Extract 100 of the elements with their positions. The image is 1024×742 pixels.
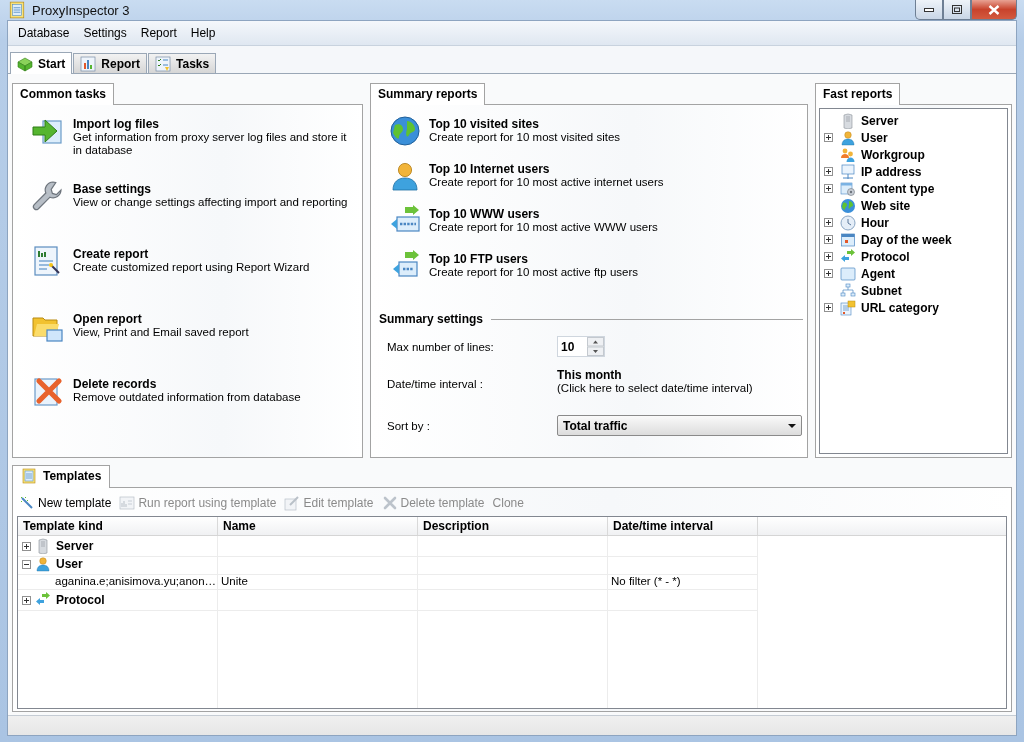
expand-icon[interactable] bbox=[22, 595, 31, 605]
users-icon bbox=[840, 146, 856, 163]
task-link[interactable]: Delete records bbox=[73, 378, 301, 391]
tree-item[interactable]: Web site bbox=[861, 198, 911, 213]
expand-icon[interactable] bbox=[824, 303, 833, 312]
task-link[interactable]: Import log files bbox=[73, 118, 354, 131]
group-row-label[interactable]: Protocol bbox=[56, 593, 105, 607]
close-icon bbox=[988, 4, 1000, 15]
panel-title: Common tasks bbox=[12, 83, 115, 105]
clock-icon bbox=[840, 214, 856, 231]
sort-dropdown[interactable]: Total traffic bbox=[557, 415, 802, 436]
delete-icon bbox=[381, 495, 398, 511]
report-description: Create report for 10 most visited sites bbox=[429, 131, 621, 144]
tree-item[interactable]: Hour bbox=[861, 215, 889, 230]
task-description: Remove outdated information from database bbox=[73, 391, 301, 404]
column-header[interactable]: Description bbox=[418, 517, 608, 535]
tree-item[interactable]: Workgroup bbox=[861, 147, 925, 162]
spinner-arrows-icon bbox=[587, 337, 604, 356]
expand-icon[interactable] bbox=[824, 184, 833, 193]
user-icon bbox=[840, 129, 856, 146]
panel-title: Templates bbox=[12, 465, 111, 488]
menu-item[interactable]: Settings bbox=[77, 24, 133, 42]
report-description: Create report for 10 most active internet users bbox=[429, 176, 664, 189]
maximize-button[interactable] bbox=[943, 0, 971, 20]
column-header[interactable]: Name bbox=[218, 517, 418, 535]
group-row-label[interactable]: Server bbox=[56, 539, 94, 553]
arrows-icon bbox=[840, 248, 856, 265]
report-link[interactable]: Top 10 Internet users bbox=[429, 163, 664, 176]
delete-icon bbox=[31, 375, 63, 407]
minimize-icon bbox=[924, 7, 934, 12]
tab[interactable]: Tasks bbox=[148, 53, 217, 73]
monitor-icon bbox=[840, 163, 856, 180]
section-heading: Summary settings bbox=[379, 312, 484, 326]
window-icon bbox=[840, 180, 856, 197]
tree-item[interactable]: Server bbox=[861, 113, 899, 128]
document-icon bbox=[21, 468, 37, 484]
panel-title: Fast reports bbox=[815, 83, 901, 105]
list-icon bbox=[840, 299, 856, 316]
minimize-button[interactable] bbox=[915, 0, 943, 20]
tree-item[interactable]: Subnet bbox=[861, 283, 902, 298]
expand-icon[interactable] bbox=[22, 541, 31, 551]
server-icon bbox=[35, 538, 51, 554]
wand-icon bbox=[19, 495, 35, 511]
wrench-icon bbox=[31, 180, 63, 212]
expand-icon[interactable] bbox=[824, 218, 833, 227]
expand-icon[interactable] bbox=[824, 252, 833, 261]
chart-document-icon bbox=[119, 495, 136, 511]
close-button[interactable] bbox=[971, 0, 1017, 20]
menu-item[interactable]: Database bbox=[12, 24, 76, 42]
user-icon bbox=[35, 556, 51, 572]
field-label: Date/time interval : bbox=[387, 377, 484, 390]
task-link[interactable]: Create report bbox=[73, 248, 310, 261]
field-label: Sort by : bbox=[387, 419, 431, 432]
tree-item[interactable]: User bbox=[861, 130, 888, 145]
checklist-icon bbox=[155, 55, 171, 72]
expand-icon[interactable] bbox=[824, 269, 833, 278]
table-cell: No filter (* - *) bbox=[608, 572, 758, 590]
tree-item[interactable]: Day of the week bbox=[861, 232, 952, 247]
expand-icon[interactable] bbox=[824, 235, 833, 244]
bar-chart-icon bbox=[80, 55, 97, 72]
toolbar-button[interactable]: New template bbox=[19, 495, 112, 511]
menu-item[interactable]: Help bbox=[184, 24, 222, 42]
expand-icon[interactable] bbox=[824, 133, 833, 142]
tab[interactable]: Report bbox=[73, 53, 147, 73]
tree-item[interactable]: Protocol bbox=[861, 249, 910, 264]
expand-icon[interactable] bbox=[824, 167, 833, 176]
tree-item[interactable]: Agent bbox=[861, 266, 895, 281]
menu-item[interactable]: Report bbox=[134, 24, 183, 42]
table-cell: aganina.e;anisimova.yu;anon… bbox=[18, 572, 218, 590]
task-description: Create customized report using Report Wizard bbox=[73, 261, 310, 274]
task-description: View, Print and Email saved report bbox=[73, 326, 249, 339]
server-icon bbox=[840, 112, 856, 129]
network-icon bbox=[840, 282, 856, 299]
report-link[interactable]: Top 10 visited sites bbox=[429, 118, 621, 131]
calendar-icon bbox=[840, 231, 856, 248]
tree-item[interactable]: Content type bbox=[861, 181, 935, 196]
panel-title: Summary reports bbox=[370, 83, 486, 105]
report-link[interactable]: Top 10 FTP users bbox=[429, 253, 638, 266]
task-description: Get information from proxy server log files and store it in database bbox=[73, 131, 348, 157]
tab[interactable]: Start bbox=[10, 52, 73, 74]
number-spinner[interactable]: 10 bbox=[557, 336, 605, 357]
report-description: Create report for 10 most active WWW users bbox=[429, 221, 658, 234]
column-header[interactable]: Date/time interval bbox=[608, 517, 758, 535]
report-description: Create report for 10 most active ftp users bbox=[429, 266, 638, 279]
group-row-label[interactable]: User bbox=[56, 557, 83, 571]
report-link[interactable]: Top 10 WWW users bbox=[429, 208, 658, 221]
tree-item[interactable]: IP address bbox=[861, 164, 922, 179]
interval-hint-link[interactable]: (Click here to select date/time interval) bbox=[557, 382, 753, 394]
field-label: Max number of lines: bbox=[387, 340, 495, 353]
tree-item[interactable]: URL category bbox=[861, 300, 939, 315]
task-link[interactable]: Base settings bbox=[73, 183, 348, 196]
column-header[interactable]: Template kind bbox=[18, 517, 218, 535]
window-icon bbox=[840, 265, 856, 282]
cube-icon bbox=[17, 55, 33, 72]
collapse-icon[interactable] bbox=[22, 559, 31, 569]
interval-value[interactable]: This month bbox=[557, 369, 753, 382]
dropdown-arrow-icon bbox=[788, 423, 796, 428]
task-link[interactable]: Open report bbox=[73, 313, 249, 326]
window-title: ProxyInspector 3 bbox=[32, 2, 130, 18]
maximize-icon bbox=[952, 5, 962, 14]
